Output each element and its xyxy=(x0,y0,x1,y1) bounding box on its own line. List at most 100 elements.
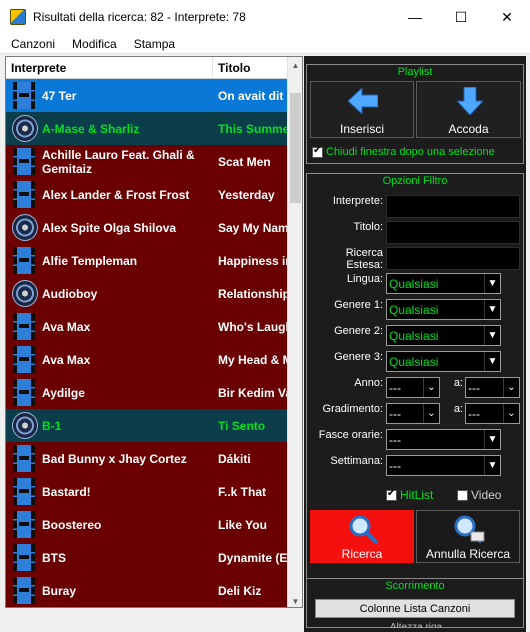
titolo-input[interactable] xyxy=(386,221,520,244)
genere3-label: Genere 3: xyxy=(334,351,383,363)
table-row[interactable]: 47 Ter On avait dit xyxy=(6,79,288,112)
disc-icon xyxy=(6,409,38,442)
accoda-button[interactable]: Accoda xyxy=(416,81,521,138)
colonne-lista-button[interactable]: Colonne Lista Canzoni xyxy=(315,599,515,618)
table-row[interactable]: Alex Spite Olga Shilova Say My Name xyxy=(6,211,288,244)
inserisci-button[interactable]: Inserisci xyxy=(310,81,414,138)
anno-a-label: a: xyxy=(453,377,463,389)
video-label: Video xyxy=(471,488,502,502)
chevron-down-icon: ▼ xyxy=(484,352,500,371)
right-panel: Playlist Inserisci Accoda Chiudi finestr… xyxy=(304,56,526,632)
gradimento-from-select[interactable]: --- ⌄ xyxy=(386,403,440,424)
chevron-down-icon: ▼ xyxy=(484,456,500,475)
maximize-button[interactable]: ☐ xyxy=(438,0,484,34)
genere3-select[interactable]: Qualsiasi ▼ xyxy=(386,351,501,372)
lingua-value: Qualsiasi xyxy=(389,276,439,291)
table-row[interactable]: Achille Lauro Feat. Ghali & Gemitaiz Scat… xyxy=(6,145,288,178)
menu-stampa[interactable]: Stampa xyxy=(128,37,181,51)
film-icon xyxy=(6,541,36,574)
ricerca-estesa-input[interactable] xyxy=(386,247,520,270)
film-icon xyxy=(6,310,36,343)
interprete-cell: Alex Spite Olga Shilova xyxy=(42,220,177,235)
song-list[interactable]: Interprete Titolo 47 Ter On avait dit A-Ma… xyxy=(5,56,303,608)
chevron-down-icon: ⌄ xyxy=(423,378,439,397)
table-row[interactable]: Audioboy Relationship xyxy=(6,277,288,310)
genere2-label: Genere 2: xyxy=(334,325,383,337)
chevron-down-icon: ▼ xyxy=(484,300,500,319)
film-icon xyxy=(6,442,36,475)
interprete-input[interactable] xyxy=(386,195,520,218)
settimana-label: Settimana: xyxy=(330,455,383,467)
interprete-cell: 47 Ter xyxy=(42,88,77,103)
column-header-titolo[interactable]: Titolo xyxy=(213,57,288,78)
film-icon xyxy=(6,244,36,277)
genere1-label: Genere 1: xyxy=(334,299,383,311)
settimana-select[interactable]: --- ▼ xyxy=(386,455,501,476)
scrollbar-thumb[interactable] xyxy=(290,93,301,203)
menu-canzoni[interactable]: Canzoni xyxy=(5,37,61,51)
titolo-cell: Ti Sento xyxy=(218,418,266,433)
chiudi-checkbox[interactable]: Chiudi finestra dopo una selezione xyxy=(312,145,495,158)
titolo-cell: Deli Kiz xyxy=(218,583,262,598)
settimana-value: --- xyxy=(389,458,401,473)
chevron-down-icon: ▼ xyxy=(484,326,500,345)
minimize-button[interactable]: — xyxy=(392,0,438,34)
interprete-cell: Buray xyxy=(42,583,77,598)
fasce-orarie-select[interactable]: --- ▼ xyxy=(386,429,501,450)
checkbox-unchecked-icon xyxy=(457,489,468,501)
anno-from-select[interactable]: --- ⌄ xyxy=(386,377,440,398)
table-row[interactable]: Buray Deli Kiz xyxy=(6,574,288,607)
video-checkbox[interactable]: Video xyxy=(457,488,501,502)
interprete-cell: A-Mase & Sharliz xyxy=(42,121,140,136)
annulla-ricerca-label: Annulla Ricerca xyxy=(425,547,511,561)
titolo-cell: Relationship xyxy=(218,286,287,301)
scroll-down-icon[interactable]: ▼ xyxy=(288,593,302,607)
hitlist-checkbox[interactable]: HitList xyxy=(386,488,433,502)
titolo-cell: Who's Laugh xyxy=(218,319,287,334)
gradimento-to-select[interactable]: --- ⌄ xyxy=(465,403,520,424)
table-row[interactable]: Alfie Templeman Happiness in xyxy=(6,244,288,277)
table-row[interactable]: Bastard! F..k That xyxy=(6,475,288,508)
table-row[interactable]: Alex Lander & Frost Frost Yesterday xyxy=(6,178,288,211)
titolo-cell: F..k That xyxy=(218,484,267,499)
film-icon xyxy=(6,145,36,178)
annulla-ricerca-button[interactable]: Annulla Ricerca xyxy=(416,510,520,563)
table-row[interactable]: B-1 Ti Sento xyxy=(6,409,288,442)
chevron-down-icon: ⌄ xyxy=(503,404,519,423)
table-row[interactable]: BTS Dynamite (E xyxy=(6,541,288,574)
genere1-select[interactable]: Qualsiasi ▼ xyxy=(386,299,501,320)
table-row[interactable]: Boostereo Like You xyxy=(6,508,288,541)
anno-label: Anno: xyxy=(354,377,383,389)
table-row[interactable]: A-Mase & Sharliz This Summer xyxy=(6,112,288,145)
genere2-select[interactable]: Qualsiasi ▼ xyxy=(386,325,501,346)
close-button[interactable]: ✕ xyxy=(484,0,530,34)
column-header-interprete[interactable]: Interprete xyxy=(6,57,213,78)
film-icon xyxy=(6,79,36,112)
magnifier-icon xyxy=(349,515,378,544)
window-controls: — ☐ ✕ xyxy=(392,0,530,34)
table-row[interactable]: Bad Bunny x Jhay Cortez Dákiti xyxy=(6,442,288,475)
lingua-select[interactable]: Qualsiasi ▼ xyxy=(386,273,501,294)
vertical-scrollbar[interactable]: ▲ ▼ xyxy=(287,57,302,607)
table-row[interactable]: Ava Max Who's Laugh xyxy=(6,310,288,343)
titolo-cell: Dákiti xyxy=(218,451,251,466)
menu-modifica[interactable]: Modifica xyxy=(66,37,123,51)
anno-to-select[interactable]: --- ⌄ xyxy=(465,377,520,398)
table-row[interactable]: Ava Max My Head & M xyxy=(6,343,288,376)
playlist-group-label: Playlist xyxy=(397,66,433,78)
fasce-orarie-value: --- xyxy=(389,432,401,447)
interprete-cell: Aydilge xyxy=(42,385,85,400)
film-icon xyxy=(6,475,36,508)
titolo-cell: Bir Kedim Va xyxy=(218,385,287,400)
scorrimento-group: Scorrimento Colonne Lista Canzoni Altezz… xyxy=(306,578,524,628)
table-row[interactable]: Aydilge Bir Kedim Va xyxy=(6,376,288,409)
gradimento-from-value: --- xyxy=(389,406,401,421)
arrow-left-icon xyxy=(348,88,378,114)
titolo-cell: Say My Name xyxy=(218,220,287,235)
titolo-label: Titolo: xyxy=(353,221,383,233)
film-icon xyxy=(6,508,36,541)
scroll-up-icon[interactable]: ▲ xyxy=(288,57,302,73)
ricerca-button[interactable]: Ricerca xyxy=(310,510,414,563)
list-rows: 47 Ter On avait dit A-Mase & Sharliz This S… xyxy=(6,79,288,607)
title-bar: Risultati della ricerca: 82 - Interprete… xyxy=(0,0,530,34)
